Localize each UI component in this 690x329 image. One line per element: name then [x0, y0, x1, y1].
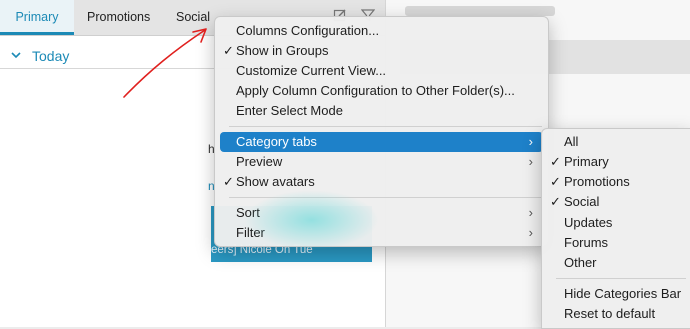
submenu-item-label: Promotions — [564, 174, 630, 189]
checkmark-icon: ✓ — [550, 174, 561, 189]
chevron-down-icon[interactable] — [11, 46, 21, 69]
submenu-item-label: Reset to default — [564, 306, 656, 321]
menu-item-show-in-groups[interactable]: ✓ Show in Groups — [220, 41, 543, 61]
menu-item-label: Customize Current View... — [236, 63, 387, 78]
menu-item-label: Category tabs — [236, 134, 317, 149]
submenu-item-label: Social — [564, 194, 600, 209]
menu-item-preview[interactable]: Preview › — [220, 152, 543, 172]
menu-separator — [556, 278, 686, 279]
menu-item-label: Enter Select Mode — [236, 103, 343, 118]
submenu-item-label: Other — [564, 255, 597, 270]
submenu-item-label: Forums — [564, 235, 609, 250]
submenu-item-forums[interactable]: Forums — [548, 233, 688, 253]
group-label: Today — [32, 48, 70, 64]
menu-item-show-avatars[interactable]: ✓ Show avatars — [220, 172, 543, 192]
submenu-item-hide-categories-bar[interactable]: Hide Categories Bar — [548, 284, 688, 304]
menu-item-label: Show avatars — [236, 174, 315, 189]
submenu-item-label: Hide Categories Bar — [564, 286, 682, 301]
tab-social[interactable]: Social — [176, 0, 210, 34]
submenu-item-updates[interactable]: Updates — [548, 213, 688, 233]
menu-separator — [229, 126, 542, 127]
chevron-right-icon: › — [528, 225, 533, 240]
tab-promotions[interactable]: Promotions — [87, 0, 150, 34]
menu-item-label: Preview — [236, 154, 283, 169]
submenu-item-primary[interactable]: ✓ Primary — [548, 152, 688, 172]
chevron-right-icon: › — [528, 205, 533, 220]
menu-item-columns-configuration[interactable]: Columns Configuration... — [220, 21, 543, 41]
submenu-item-label: All — [564, 134, 579, 149]
submenu-item-social[interactable]: ✓ Social — [548, 192, 688, 212]
menu-item-label: Columns Configuration... — [236, 23, 380, 38]
submenu-item-label: Primary — [564, 154, 609, 169]
menu-item-label: Show in Groups — [236, 43, 329, 58]
submenu-item-reset-to-default[interactable]: Reset to default — [548, 304, 688, 324]
checkmark-icon: ✓ — [550, 154, 561, 169]
checkmark-icon: ✓ — [223, 174, 234, 189]
checkmark-icon: ✓ — [550, 194, 561, 209]
chevron-right-icon: › — [528, 154, 533, 169]
category-tabs-submenu: All ✓ Primary ✓ Promotions ✓ Social Upda… — [541, 128, 690, 329]
submenu-item-all[interactable]: All — [548, 132, 688, 152]
submenu-item-promotions[interactable]: ✓ Promotions — [548, 172, 688, 192]
submenu-item-label: Updates — [564, 215, 613, 230]
blurred-subject — [405, 6, 555, 16]
menu-item-customize-view[interactable]: Customize Current View... — [220, 61, 543, 81]
menu-item-apply-column-config[interactable]: Apply Column Configuration to Other Fold… — [220, 81, 543, 101]
tab-primary[interactable]: Primary — [0, 0, 74, 35]
menu-item-enter-select-mode[interactable]: Enter Select Mode — [220, 101, 543, 121]
menu-item-category-tabs[interactable]: Category tabs › — [220, 132, 543, 152]
chevron-right-icon: › — [528, 134, 533, 149]
cursor-highlight — [244, 190, 379, 250]
submenu-item-other[interactable]: Other — [548, 253, 688, 273]
menu-item-label: Apply Column Configuration to Other Fold… — [236, 83, 515, 98]
checkmark-icon: ✓ — [223, 43, 234, 58]
